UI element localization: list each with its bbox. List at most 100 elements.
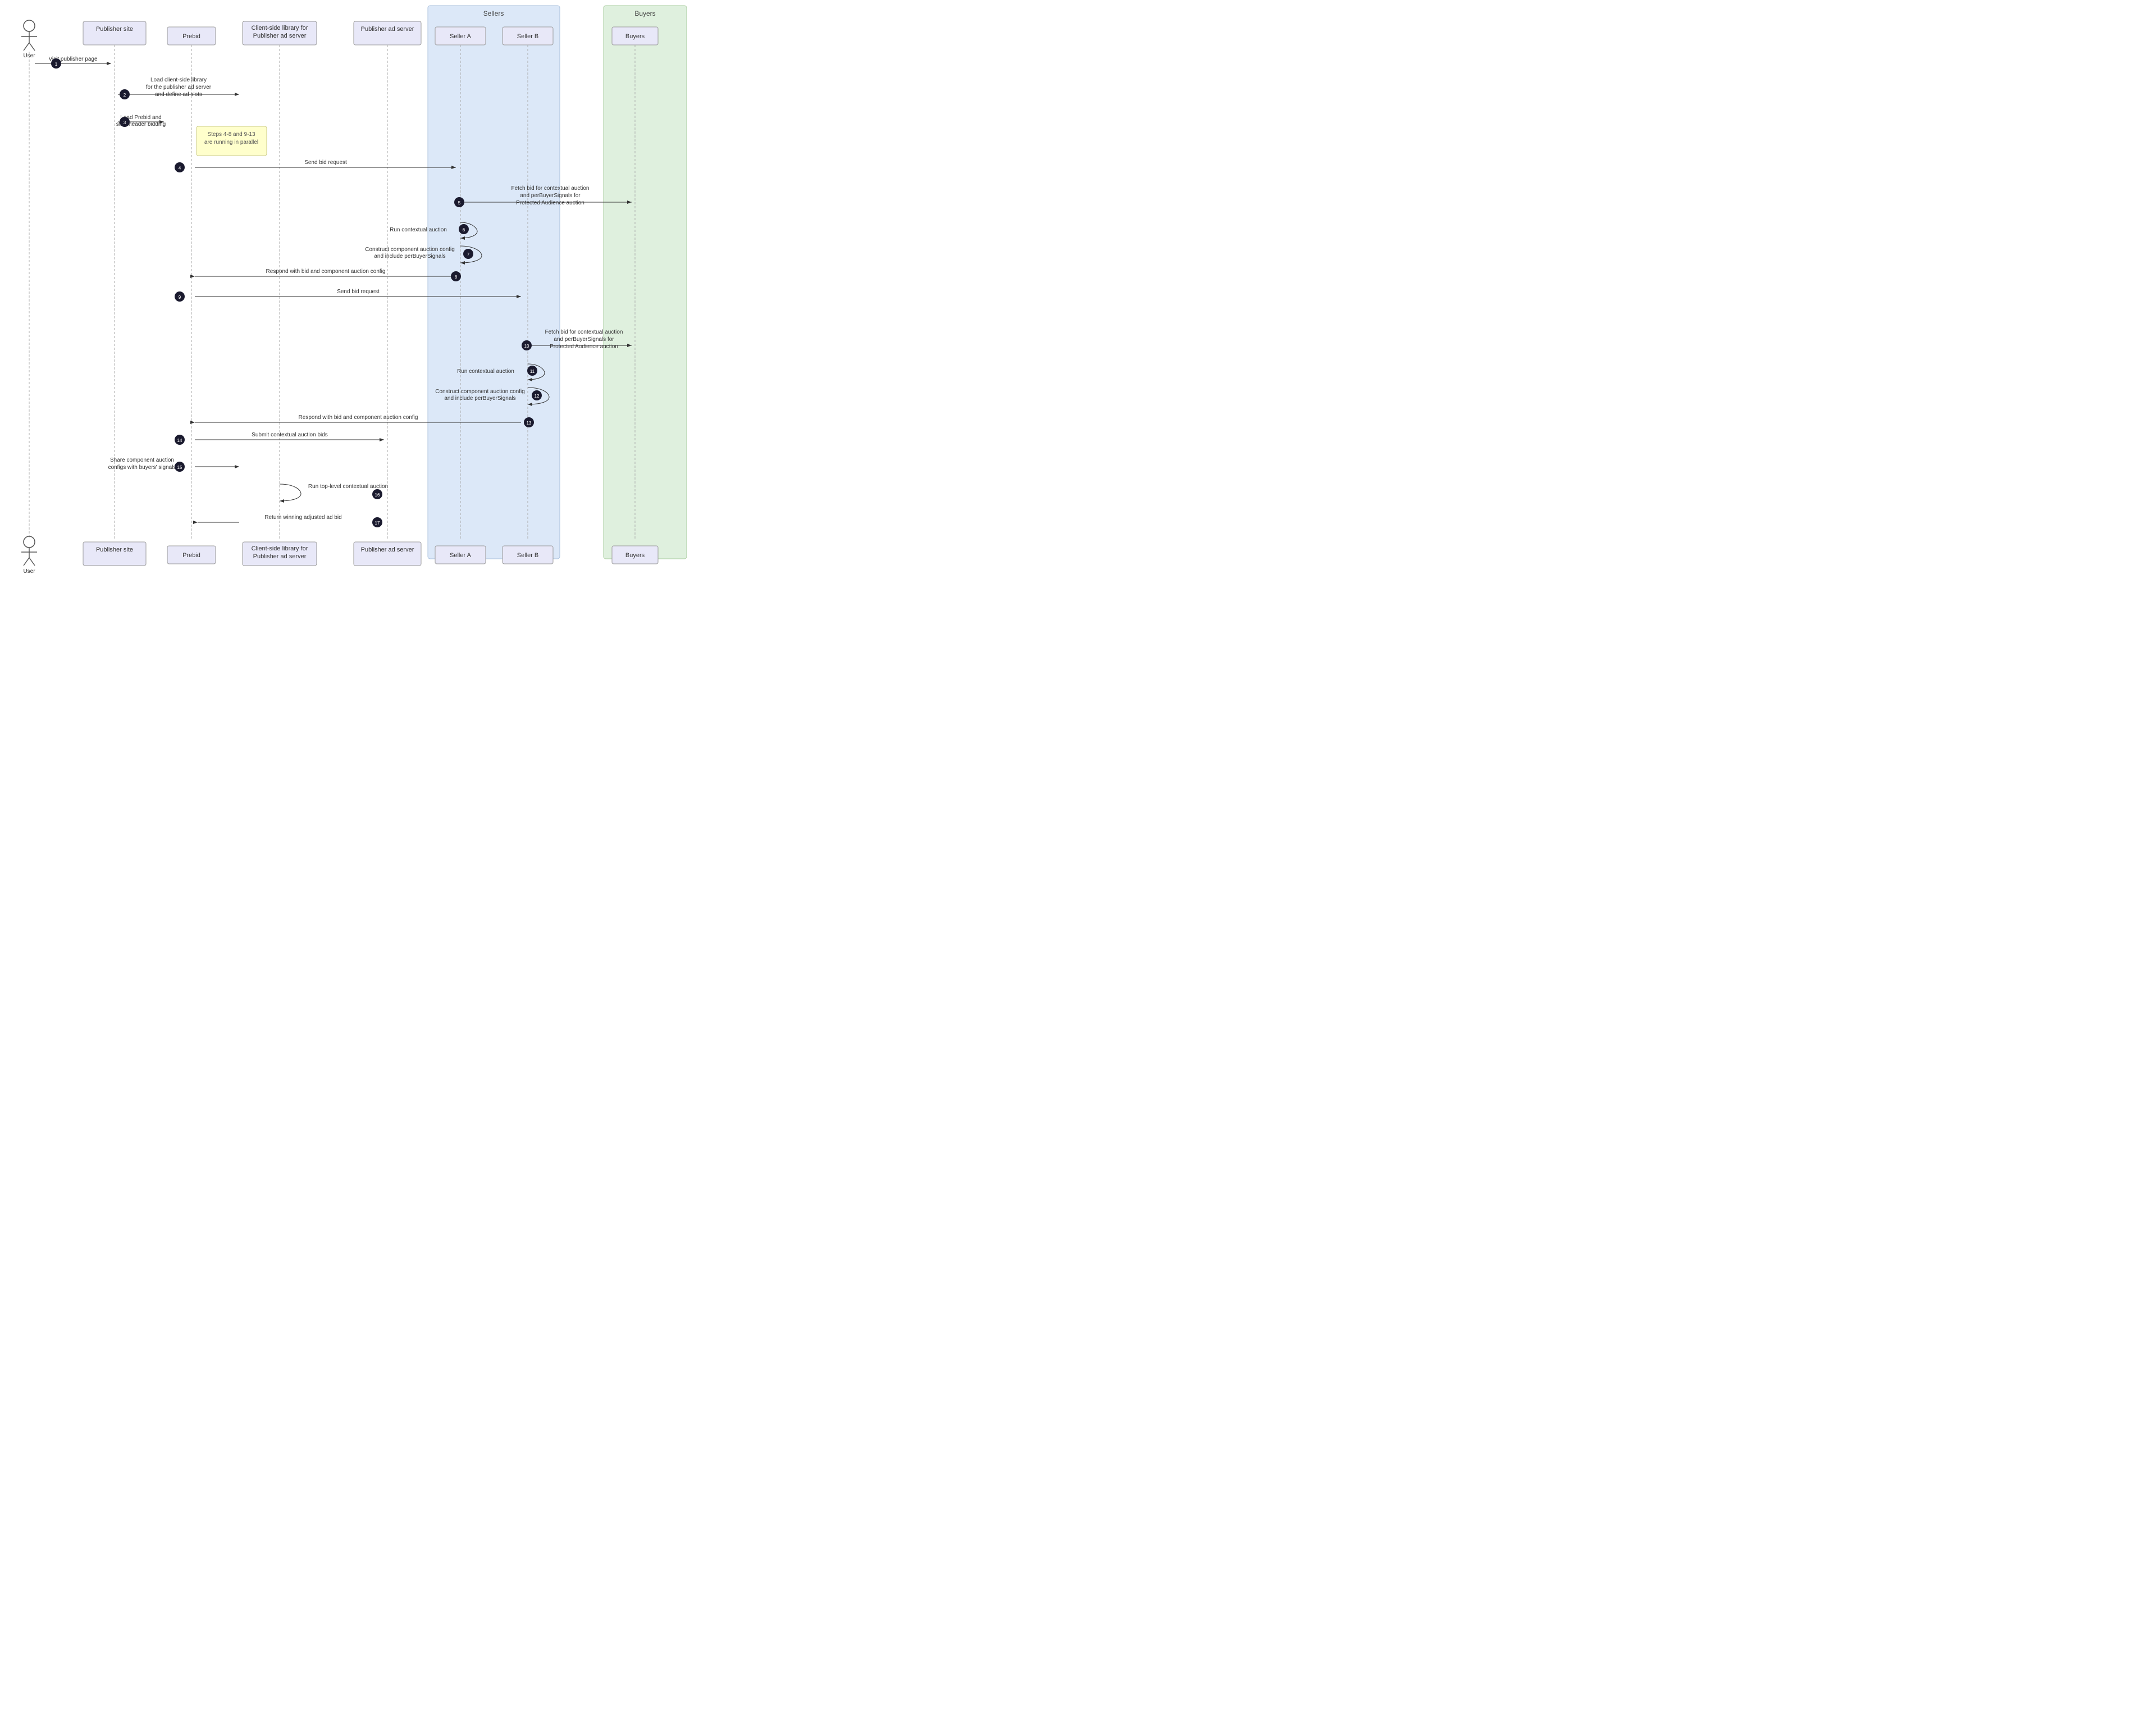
label-m9: Send bid request xyxy=(337,289,380,295)
step-1-circle xyxy=(51,58,61,69)
step-7-circle xyxy=(463,249,473,259)
self-loop-m7 xyxy=(460,246,482,263)
user-leg-right-top xyxy=(29,43,35,51)
buyers-label: Buyers xyxy=(634,10,655,17)
step-15-circle xyxy=(175,462,185,472)
step-6-label: 6 xyxy=(463,227,465,233)
step-11-label: 11 xyxy=(530,369,535,374)
step-3-circle xyxy=(120,117,130,127)
note-box xyxy=(197,126,267,156)
sellers-label: Sellers xyxy=(483,10,504,17)
prebid-box-bottom xyxy=(167,546,216,564)
step-11-circle xyxy=(527,366,537,376)
label-m1: Visit publisher page xyxy=(48,56,98,62)
publisher-site-box-bottom xyxy=(83,542,146,566)
step-8-circle xyxy=(451,271,461,281)
svg-text:Publisher ad server: Publisher ad server xyxy=(253,33,307,39)
note-text-1: Steps 4-8 and 9-13 xyxy=(207,131,255,138)
svg-text:Publisher ad server: Publisher ad server xyxy=(253,553,307,560)
label-m4: Send bid request xyxy=(304,159,347,166)
step-4-label: 4 xyxy=(179,166,181,171)
svg-text:Publisher site: Publisher site xyxy=(96,546,133,553)
pub-ad-server-box-bottom xyxy=(354,542,421,566)
buyers-box-bottom xyxy=(612,546,658,564)
label-m17: Return winning adjusted ad bid xyxy=(264,514,341,521)
step-14-circle xyxy=(175,435,185,445)
user-leg-right-bottom xyxy=(29,558,35,566)
pub-ad-server-box-top xyxy=(354,21,421,45)
label-m7b: and include perBuyerSignals xyxy=(374,253,445,259)
buyers-box-top xyxy=(612,27,658,45)
step-9-circle xyxy=(175,291,185,302)
step-16-circle xyxy=(372,489,382,499)
step-16-label: 16 xyxy=(375,493,380,498)
label-m5c: Protected Audience auction xyxy=(516,200,584,206)
svg-text:Publisher ad server: Publisher ad server xyxy=(361,26,414,33)
step-1-label: 1 xyxy=(55,62,58,67)
label-m15b: configs with buyers' signals xyxy=(108,464,176,471)
sequence-diagram: Sellers Buyers Publisher site Prebid Cli… xyxy=(0,0,696,584)
svg-text:Buyers: Buyers xyxy=(625,33,645,40)
step-12-label: 12 xyxy=(535,394,540,399)
seller-a-box-top xyxy=(435,27,486,45)
svg-text:Buyers: Buyers xyxy=(625,552,645,559)
label-m2a: Load client-side library xyxy=(150,77,207,83)
svg-text:Publisher ad server: Publisher ad server xyxy=(361,546,414,553)
step-5-circle xyxy=(454,197,464,207)
label-m15a: Share component auction xyxy=(110,457,174,463)
svg-text:Prebid: Prebid xyxy=(182,33,200,40)
buyers-group xyxy=(604,6,687,559)
step-6-circle xyxy=(459,224,469,234)
seller-a-box-bottom xyxy=(435,546,486,564)
client-lib-box-top xyxy=(243,21,317,45)
step-13-circle xyxy=(524,417,534,427)
label-m10b: and perBuyerSignals for xyxy=(554,336,614,343)
step-9-label: 9 xyxy=(179,295,181,300)
step-4-circle xyxy=(175,162,185,172)
step-17-label: 17 xyxy=(375,521,380,526)
label-m10c: Protected Audience auction xyxy=(550,344,618,350)
step-12-circle xyxy=(532,390,542,400)
user-label-bottom: User xyxy=(23,568,35,575)
user-head-bottom xyxy=(24,536,35,548)
label-m11: Run contextual auction xyxy=(457,368,514,375)
step-14-label: 14 xyxy=(177,438,182,443)
self-loop-m16 xyxy=(280,484,301,501)
note-text-2: are running in parallel xyxy=(204,139,258,145)
user-leg-left-bottom xyxy=(24,558,29,566)
label-m2c: and define ad slots xyxy=(155,92,202,98)
label-m2b: for the publisher ad server xyxy=(146,84,212,90)
svg-text:Seller A: Seller A xyxy=(450,552,472,559)
prebid-box-top xyxy=(167,27,216,45)
label-m6: Run contextual auction xyxy=(390,227,447,233)
user-head-top xyxy=(24,20,35,31)
label-m16: Run top-level contextual auction xyxy=(308,484,388,490)
publisher-site-box-top xyxy=(83,21,146,45)
label-m13: Respond with bid and component auction c… xyxy=(299,414,418,421)
label-m12b: and include perBuyerSignals xyxy=(444,395,515,402)
user-label-top: User xyxy=(23,53,35,59)
label-m3b: start header bidding xyxy=(116,121,166,127)
step-3-label: 3 xyxy=(124,120,126,125)
label-m5a: Fetch bid for contextual auction xyxy=(511,185,590,192)
step-15-label: 15 xyxy=(177,465,182,470)
step-10-label: 10 xyxy=(524,344,529,349)
svg-text:Publisher site: Publisher site xyxy=(96,26,133,33)
label-m12a: Construct component auction config xyxy=(435,389,525,395)
sellers-group xyxy=(428,6,560,559)
label-m5b: and perBuyerSignals for xyxy=(520,193,581,199)
label-m10a: Fetch bid for contextual auction xyxy=(545,329,623,335)
step-17-circle xyxy=(372,517,382,527)
seller-b-box-bottom xyxy=(503,546,553,564)
client-lib-box-bottom xyxy=(243,542,317,566)
step-8-label: 8 xyxy=(455,275,458,280)
svg-text:Seller B: Seller B xyxy=(517,33,539,40)
step-2-circle xyxy=(120,89,130,99)
svg-text:Client-side library for: Client-side library for xyxy=(252,25,308,31)
label-m14: Submit contextual auction bids xyxy=(252,432,328,438)
step-5-label: 5 xyxy=(458,200,461,206)
svg-text:Seller A: Seller A xyxy=(450,33,472,40)
self-loop-m11 xyxy=(528,364,545,380)
step-13-label: 13 xyxy=(527,421,532,426)
svg-text:Client-side library for: Client-side library for xyxy=(252,545,308,552)
